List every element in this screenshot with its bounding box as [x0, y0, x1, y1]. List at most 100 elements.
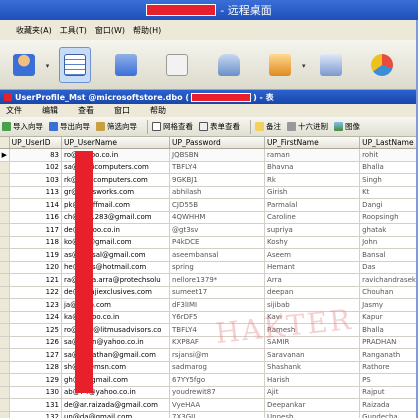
database-button[interactable]: [213, 47, 244, 83]
cell-userid[interactable]: 130: [10, 386, 62, 398]
cell-firstname[interactable]: Hemant: [265, 261, 361, 273]
menu-window[interactable]: 窗口(W): [95, 25, 125, 36]
image-button[interactable]: 图像: [334, 121, 360, 132]
cell-userid[interactable]: 118: [10, 236, 62, 248]
row-selector[interactable]: ▶: [0, 149, 10, 161]
table-row[interactable]: 116 ch@id31283@gmail.com 4QWHHM Caroline Roo…: [0, 211, 418, 224]
table-row[interactable]: 125 ro@user@litmusadvisors.co TBFLY4 Ramesh…: [0, 324, 418, 337]
table-row[interactable]: 102 sa@aditicomputers.com TBFLY4 Bhavna Bhal…: [0, 161, 418, 174]
table-row[interactable]: 117de@yahoo.co.in@gt3svsupriyaghatak: [0, 224, 418, 237]
cell-lastname[interactable]: PS: [360, 374, 418, 386]
cell-password[interactable]: 4QWHHM: [170, 211, 266, 223]
table-row[interactable]: 130 ab@74@yahoo.co.in youdrewit87 Ajit Rajpu…: [0, 386, 418, 399]
cell-password[interactable]: P4kDCE: [170, 236, 266, 248]
cell-password[interactable]: TBFLY4: [170, 161, 266, 173]
cell-lastname[interactable]: Rajput: [360, 386, 418, 398]
row-selector[interactable]: [0, 186, 10, 198]
cell-firstname[interactable]: Arra: [265, 274, 361, 286]
chart-button[interactable]: [367, 47, 398, 83]
cell-firstname[interactable]: Unnesh: [265, 411, 361, 418]
cell-firstname[interactable]: Deepankar: [265, 399, 361, 411]
row-selector[interactable]: [0, 349, 10, 361]
menu-edit[interactable]: 编辑: [42, 105, 58, 116]
cell-password[interactable]: sadmarog: [170, 361, 266, 373]
table-row[interactable]: 123ja@shoo.comdF3lIMIsijibabJasmy: [0, 299, 418, 312]
menu-window-inner[interactable]: 窗口: [114, 105, 130, 116]
cell-firstname[interactable]: raman: [265, 149, 361, 161]
table-row[interactable]: 114 pk@rediffmail.com CJD55B Parmalal Dangi: [0, 199, 418, 212]
cell-userid[interactable]: 123: [10, 299, 62, 311]
memo-button[interactable]: 备注: [255, 121, 281, 132]
cell-lastname[interactable]: Dangi: [360, 199, 418, 211]
row-selector[interactable]: [0, 374, 10, 386]
row-selector[interactable]: [0, 411, 10, 418]
cell-lastname[interactable]: Kt: [360, 186, 418, 198]
cell-userid[interactable]: 126: [10, 336, 62, 348]
cell-userid[interactable]: 120: [10, 261, 62, 273]
row-selector[interactable]: [0, 324, 10, 336]
cell-firstname[interactable]: Saravanan: [265, 349, 361, 361]
function-button[interactable]: [162, 47, 193, 83]
row-selector[interactable]: [0, 199, 10, 211]
cell-username[interactable]: de@ar.raizada@gmail.com: [62, 399, 171, 411]
menu-file[interactable]: 文件: [6, 105, 22, 116]
row-selector[interactable]: [0, 336, 10, 348]
row-selector[interactable]: [0, 286, 10, 298]
cell-firstname[interactable]: deepan: [265, 286, 361, 298]
cell-password[interactable]: dF3lIMI: [170, 299, 266, 311]
cell-password[interactable]: CJD55B: [170, 199, 266, 211]
cell-userid[interactable]: 103: [10, 174, 62, 186]
cell-firstname[interactable]: Rk: [265, 174, 361, 186]
cell-lastname[interactable]: Bansal: [360, 249, 418, 261]
cell-firstname[interactable]: Girish: [265, 186, 361, 198]
table-row[interactable]: 131 de@ar.raizada@gmail.com VyeHAA Deepanka…: [0, 399, 418, 412]
column-header-firstname[interactable]: UP_FirstName: [265, 137, 361, 148]
cell-password[interactable]: 7X3GIL: [170, 411, 266, 418]
cell-username[interactable]: un@da@gmail.com: [62, 411, 171, 418]
cell-lastname[interactable]: Jasmy: [360, 299, 418, 311]
menu-help[interactable]: 帮助(H): [133, 25, 161, 36]
cell-userid[interactable]: 128: [10, 361, 62, 373]
cell-password[interactable]: VyeHAA: [170, 399, 266, 411]
table-row[interactable]: 113 gr@transworks.com abhilash Girish Kt: [0, 186, 418, 199]
cell-lastname[interactable]: Ranganath: [360, 349, 418, 361]
menu-favorites[interactable]: 收藏夹(A): [16, 25, 52, 36]
cell-lastname[interactable]: Bhalla: [360, 161, 418, 173]
view-button[interactable]: [111, 47, 142, 83]
cell-userid[interactable]: 125: [10, 324, 62, 336]
cell-lastname[interactable]: Gundecha: [360, 411, 418, 418]
cell-firstname[interactable]: Parmalal: [265, 199, 361, 211]
data-grid[interactable]: UP_UserID UP_UserName UP_Password UP_Fir…: [0, 137, 418, 418]
cell-userid[interactable]: 113: [10, 186, 62, 198]
cell-userid[interactable]: 102: [10, 161, 62, 173]
cell-firstname[interactable]: Shashank: [265, 361, 361, 373]
cell-lastname[interactable]: ghatak: [360, 224, 418, 236]
menu-help-inner[interactable]: 帮助: [150, 105, 166, 116]
column-header-password[interactable]: UP_Password: [170, 137, 266, 148]
form-view-button[interactable]: 表单查看: [199, 121, 240, 132]
cell-firstname[interactable]: supriya: [265, 224, 361, 236]
row-selector[interactable]: [0, 274, 10, 286]
row-selector[interactable]: [0, 399, 10, 411]
cell-password[interactable]: abhilash: [170, 186, 266, 198]
cell-password[interactable]: spring: [170, 261, 266, 273]
menu-tools[interactable]: 工具(T): [60, 25, 87, 36]
row-selector[interactable]: [0, 249, 10, 261]
import-wizard-button[interactable]: 导入向导: [2, 121, 43, 132]
export-wizard-button[interactable]: 导出向导: [49, 121, 90, 132]
cell-password[interactable]: youdrewit87: [170, 386, 266, 398]
table-row[interactable]: 129 gh@h@gmail.com 67YY5fgo Harish PS: [0, 374, 418, 387]
cell-password[interactable]: aseembansal: [170, 249, 266, 261]
cell-lastname[interactable]: Chouhan: [360, 286, 418, 298]
filter-wizard-button[interactable]: 筛选向导: [96, 121, 137, 132]
table-row[interactable]: 122 de@balajiexclusives.com sumeet17 deepan…: [0, 286, 418, 299]
row-selector[interactable]: [0, 161, 10, 173]
row-selector[interactable]: [0, 361, 10, 373]
cell-userid[interactable]: 83: [9, 149, 62, 161]
hex-button[interactable]: 十六进制: [287, 121, 328, 132]
cell-firstname[interactable]: Bhavna: [265, 161, 361, 173]
row-selector[interactable]: [0, 261, 10, 273]
cell-lastname[interactable]: Das: [360, 261, 418, 273]
table-row[interactable]: ▶83ro@yahoo.co.inJQBSBNramanrohit: [0, 149, 418, 162]
cell-lastname[interactable]: John: [360, 236, 418, 248]
